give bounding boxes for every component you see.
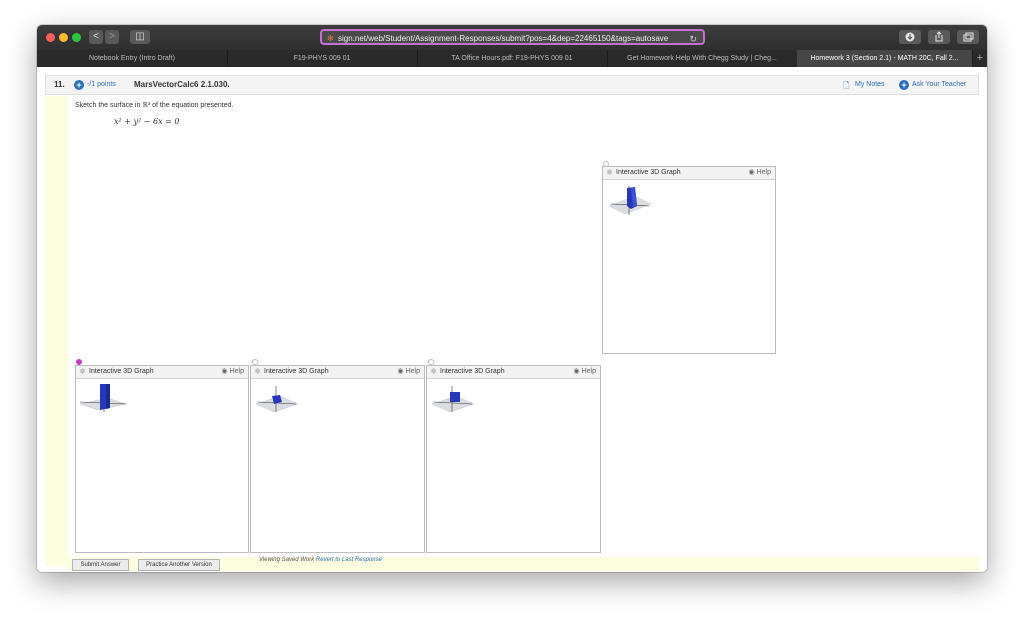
help-link[interactable]: ◉ Help [398, 366, 420, 378]
question-header: 11. + -/1 points MarsVectorCalc6 2.1.030… [45, 75, 979, 95]
help-link[interactable]: ◉ Help [574, 366, 596, 378]
graph-option-b[interactable]: ⚛ Interactive 3D Graph ◉ Help [75, 365, 249, 553]
graph-thumbnail[interactable] [254, 382, 302, 416]
plus-circle-icon[interactable]: + [74, 80, 84, 90]
graph-option-a[interactable]: ⚛ Interactive 3D Graph ◉ Help [602, 166, 776, 354]
address-bar[interactable]: ✻ sign.net/web/Student/Assignment-Respon… [320, 29, 705, 45]
sidebar-toggle-icon[interactable]: ◫ [130, 30, 150, 44]
graph-thumbnail[interactable] [430, 382, 478, 416]
browser-window: < > ◫ ✻ sign.net/web/Student/Assignment-… [37, 25, 987, 572]
graph-title: Interactive 3D Graph [440, 368, 505, 375]
tab-phys-009[interactable]: F19-PHYS 009 01 [227, 50, 418, 67]
answer-footer: Submit Answer Practice Another Version V… [68, 557, 979, 571]
minimize-window-button[interactable] [59, 33, 68, 42]
question-id: MarsVectorCalc6 2.1.030. [134, 80, 230, 89]
points-link[interactable]: -/1 points [87, 81, 116, 88]
revert-link[interactable]: Revert to Last Response [316, 557, 382, 563]
graph-3d-icon: ⚛ [606, 168, 614, 177]
url-text: sign.net/web/Student/Assignment-Response… [338, 34, 669, 43]
help-link[interactable]: ◉ Help [222, 366, 244, 378]
graph-header: ⚛ Interactive 3D Graph ◉ Help [603, 167, 775, 180]
graph-header: ⚛ Interactive 3D Graph ◉ Help [427, 366, 600, 379]
graph-header: ⚛ Interactive 3D Graph ◉ Help [76, 366, 248, 379]
new-tab-button[interactable]: + [977, 50, 983, 67]
question-prompt: Sketch the surface in ℝ³ of the equation… [75, 102, 234, 109]
graph-3d-icon: ⚛ [430, 367, 438, 376]
tabs-overview-icon[interactable] [957, 30, 979, 44]
downloads-icon[interactable] [899, 30, 921, 44]
graph-thumbnail[interactable] [78, 382, 130, 416]
tab-bar: Notebook Entry (Intro Draft) F19-PHYS 00… [37, 50, 987, 67]
tab-homework-3[interactable]: Homework 3 (Section 2.1) - MATH 20C, Fal… [797, 50, 973, 67]
close-window-button[interactable] [46, 33, 55, 42]
practice-another-version-button[interactable]: Practice Another Version [138, 559, 220, 571]
graph-title: Interactive 3D Graph [89, 368, 154, 375]
help-link[interactable]: ◉ Help [749, 167, 771, 179]
site-favicon-icon: ✻ [327, 34, 334, 43]
graph-3d-icon: ⚛ [254, 367, 262, 376]
submit-answer-button[interactable]: Submit Answer [72, 559, 129, 571]
my-notes-link[interactable]: My Notes [855, 81, 885, 88]
page-content: 11. + -/1 points MarsVectorCalc6 2.1.030… [37, 67, 987, 572]
forward-button[interactable]: > [105, 30, 119, 44]
tab-ta-office-hours[interactable]: TA Office Hours.pdf: F19-PHYS 009 01 [417, 50, 608, 67]
tab-chegg[interactable]: Get Homework Help With Chegg Study | Che… [607, 50, 798, 67]
ask-teacher-link[interactable]: Ask Your Teacher [912, 81, 966, 88]
graph-3d-icon: ⚛ [79, 367, 87, 376]
reload-icon[interactable]: ↻ [689, 31, 697, 43]
tab-notebook-entry[interactable]: Notebook Entry (Intro Draft) [37, 50, 228, 67]
graph-title: Interactive 3D Graph [616, 169, 681, 176]
graph-option-c[interactable]: ⚛ Interactive 3D Graph ◉ Help [250, 365, 425, 553]
graph-title: Interactive 3D Graph [264, 368, 329, 375]
share-icon[interactable] [928, 30, 950, 44]
title-bar: < > ◫ ✻ sign.net/web/Student/Assignment-… [37, 25, 987, 50]
zoom-window-button[interactable] [72, 33, 81, 42]
equation: x² + y² − 6x = 0 [114, 117, 180, 126]
back-button[interactable]: < [89, 30, 103, 44]
notes-icon[interactable]: 🗋 [843, 80, 849, 94]
ask-teacher-icon[interactable]: + [899, 80, 909, 90]
graph-thumbnail[interactable] [607, 182, 655, 218]
question-side-bar [45, 96, 68, 566]
graph-header: ⚛ Interactive 3D Graph ◉ Help [251, 366, 424, 379]
graph-option-d[interactable]: ⚛ Interactive 3D Graph ◉ Help [426, 365, 601, 553]
question-number: 11. [54, 80, 65, 89]
viewing-status: Viewing Saved Work Revert to Last Respon… [259, 557, 382, 563]
